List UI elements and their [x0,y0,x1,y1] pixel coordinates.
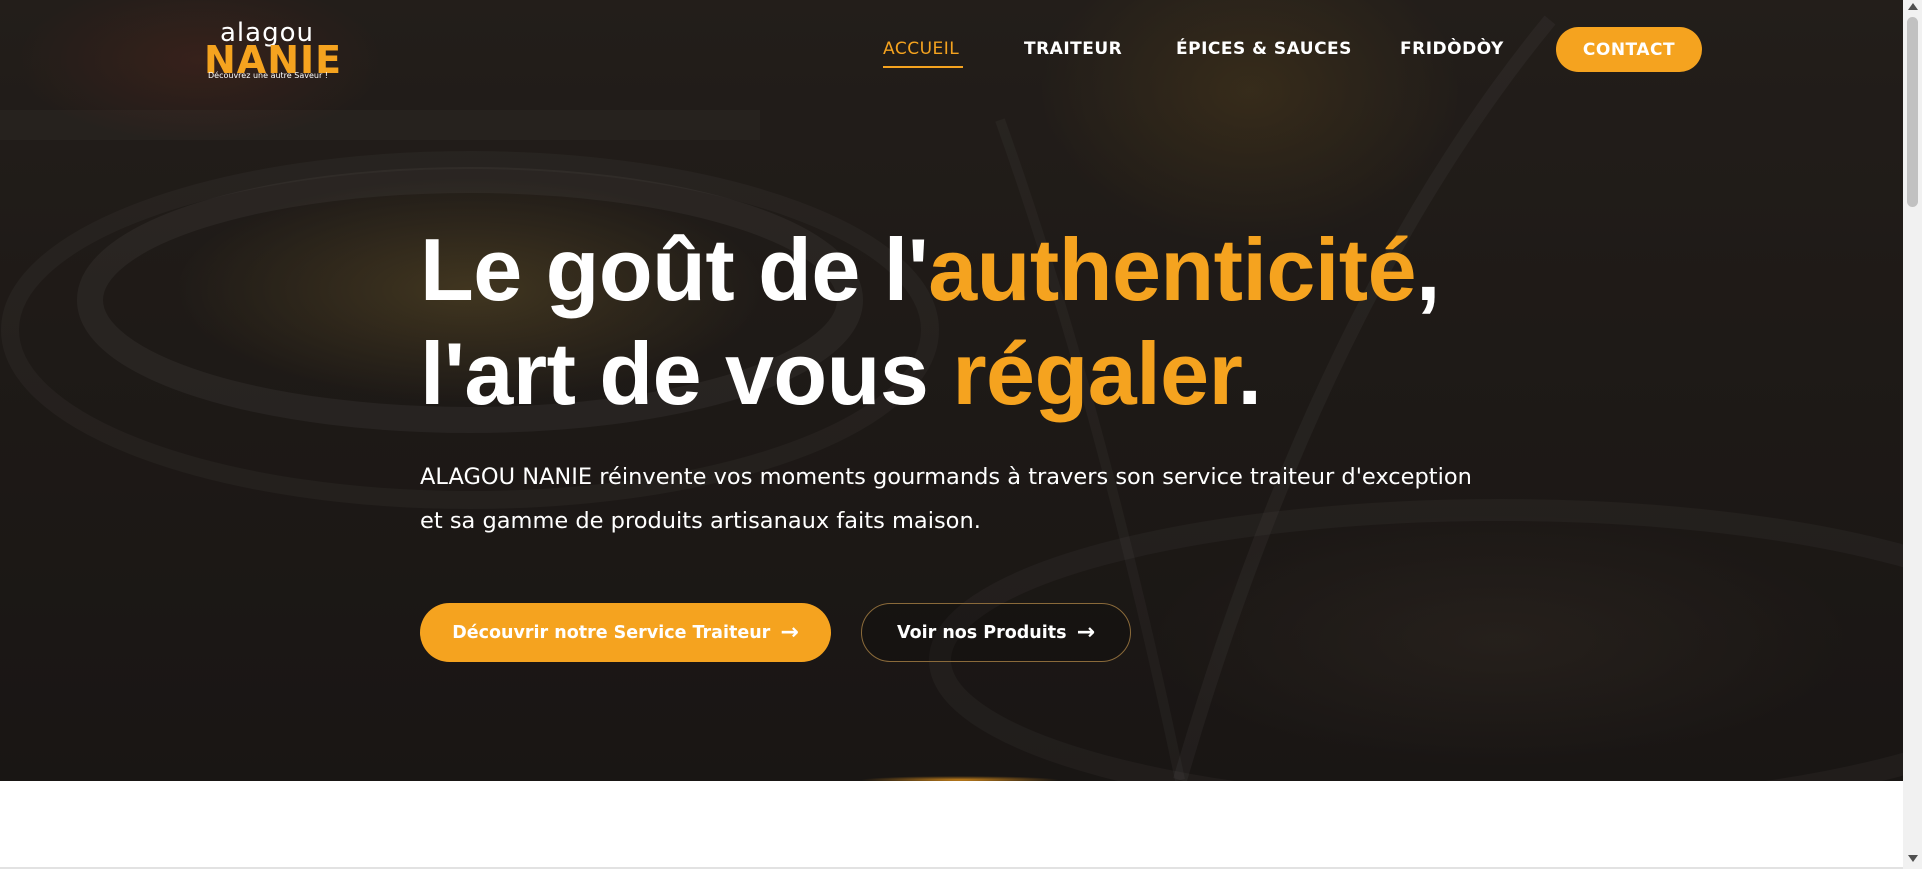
hero-headline: Le goût de l'authenticité, l'art de vous … [420,218,1620,426]
headline-accent-regaler: régaler [952,324,1238,423]
headline-part2: , [1416,220,1440,319]
contact-button[interactable]: CONTACT [1556,27,1702,72]
hero-subtitle: ALAGOU NANIE réinvente vos moments gourm… [420,455,1520,543]
subtitle-line-2: et sa gamme de produits artisanaux faits… [420,508,981,534]
vertical-scrollbar[interactable] [1903,0,1922,869]
logo-tagline: Découvrez une autre Saveur ! [208,71,328,80]
headline-part3: l'art de vous [420,324,953,423]
scrollbar-thumb[interactable] [1907,17,1918,207]
arrow-right-icon: → [1076,619,1095,645]
active-nav-underline [883,66,963,68]
hero-section: alagou NANIE Découvrez une autre Saveur … [0,0,1903,781]
nav-item-accueil[interactable]: ACCUEIL [883,38,959,60]
site-logo[interactable]: alagou NANIE Découvrez une autre Saveur … [200,18,365,84]
chevron-up-icon[interactable] [1908,3,1918,10]
headline-part1: Le goût de l' [420,220,929,319]
arrow-right-icon: → [780,619,799,645]
nav-item-epices-sauces[interactable]: ÉPICES & SAUCES [1176,38,1352,60]
nav-item-fridodoy[interactable]: FRIDÒDÒY [1400,38,1504,60]
subtitle-line-1: ALAGOU NANIE réinvente vos moments gourm… [420,464,1472,490]
chevron-down-icon[interactable] [1908,855,1918,862]
hero-bottom-glow [860,776,1060,781]
view-products-button[interactable]: Voir nos Produits → [861,603,1131,662]
discover-catering-button[interactable]: Découvrir notre Service Traiteur → [420,603,831,662]
nav-item-traiteur[interactable]: TRAITEUR [1024,38,1122,60]
headline-part4: . [1237,324,1262,423]
headline-accent-authenticite: authenticité [928,220,1417,319]
view-products-label: Voir nos Produits [896,622,1067,643]
discover-catering-label: Découvrir notre Service Traiteur [452,622,771,643]
